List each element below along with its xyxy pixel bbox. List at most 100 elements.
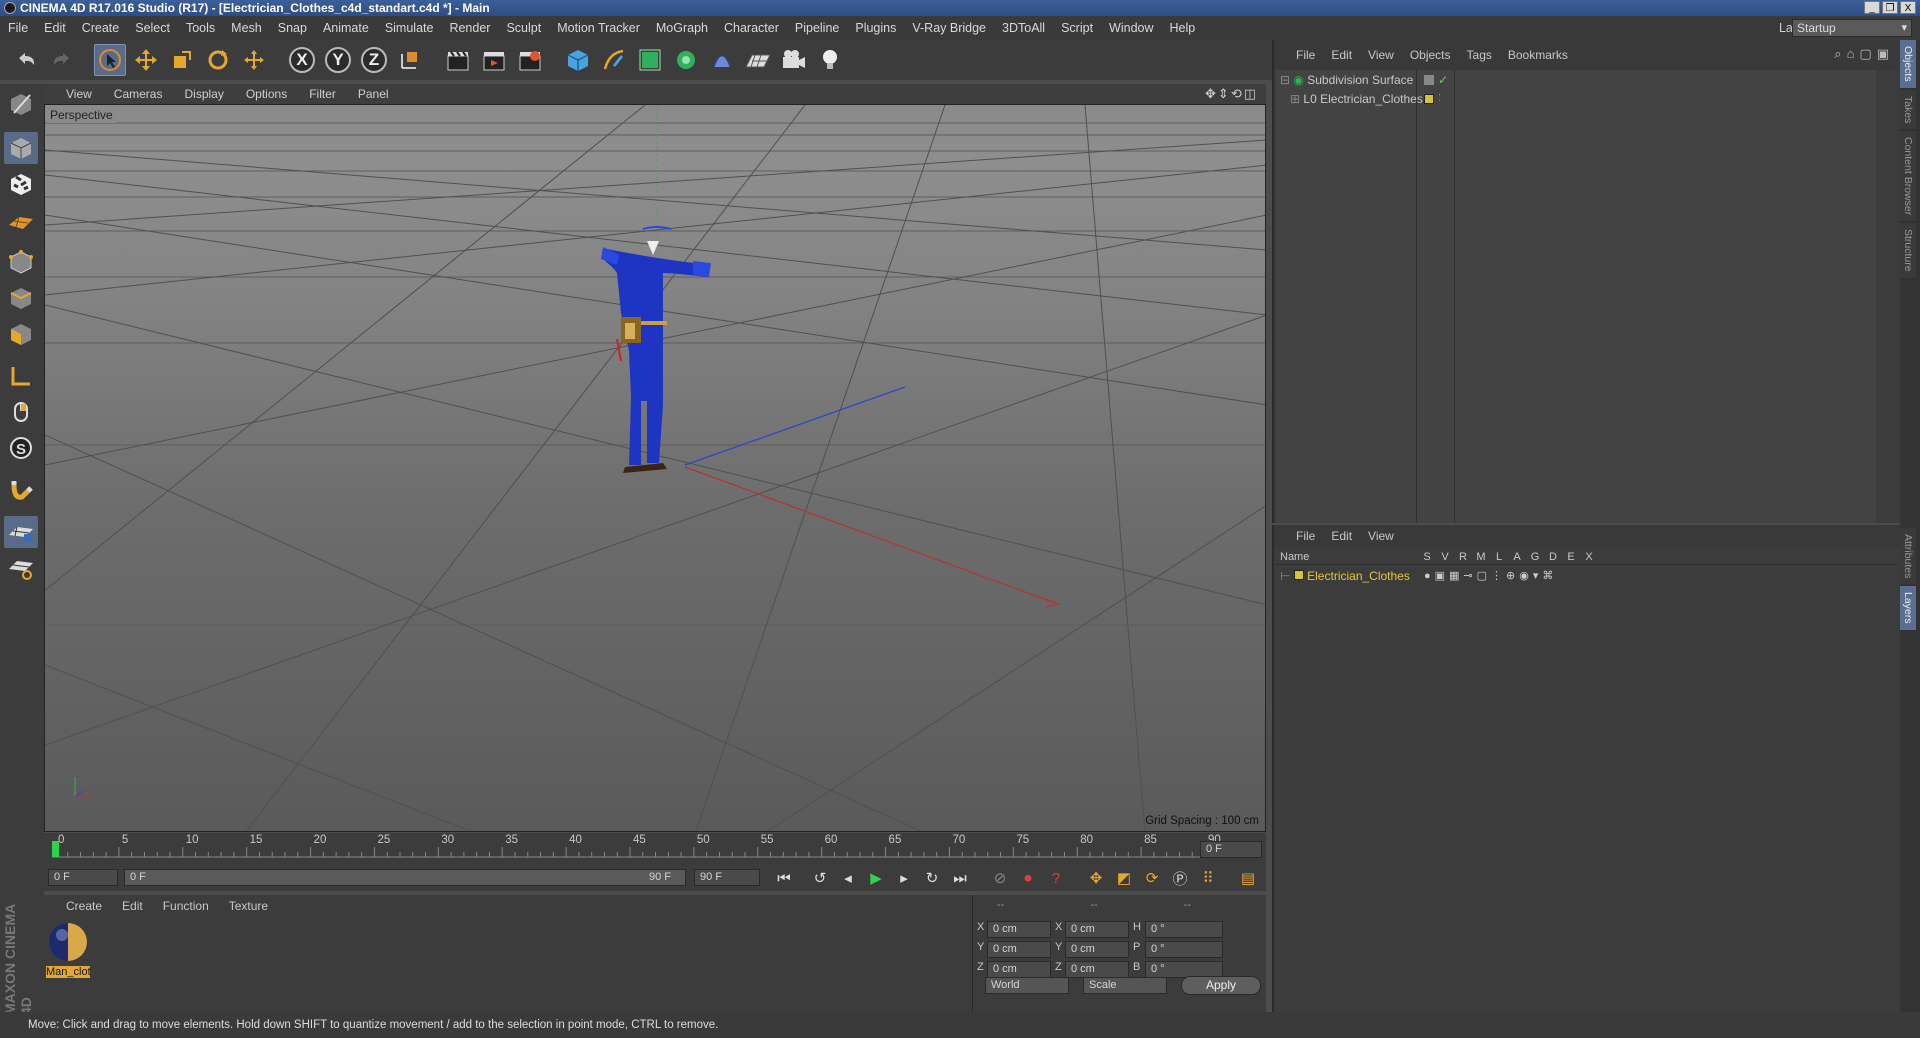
object-row[interactable]: ⊟ ◉ Subdivision Surface ✓	[1280, 71, 1880, 89]
menu-vray-bridge[interactable]: V-Ray Bridge	[904, 21, 994, 35]
layer-color-icon[interactable]	[1424, 94, 1434, 104]
scale-mode-select[interactable]: Scale	[1083, 977, 1167, 994]
previous-frame-icon[interactable]: ◂	[836, 866, 860, 890]
enabled-check-icon[interactable]: ✓	[1438, 71, 1448, 89]
viewport-menu-cameras[interactable]: Cameras	[102, 87, 173, 101]
layer-menu-file[interactable]: File	[1288, 529, 1323, 543]
layer-color-swatch[interactable]	[1293, 570, 1304, 580]
subdivision-surface-icon[interactable]	[634, 44, 666, 76]
camera-icon[interactable]	[778, 44, 810, 76]
cube-primitive-icon[interactable]	[562, 44, 594, 76]
snap-icon[interactable]: S	[4, 432, 38, 464]
current-frame-field[interactable]: 0 F	[1200, 841, 1262, 858]
tab-structure[interactable]: Structure	[1900, 223, 1916, 278]
layer-col-header[interactable]: M	[1472, 551, 1490, 563]
tab-takes[interactable]: Takes	[1900, 89, 1916, 130]
live-selection-icon[interactable]	[94, 44, 126, 76]
menu-file[interactable]: File	[0, 21, 36, 35]
next-key-icon[interactable]: ↻	[920, 866, 944, 890]
planar-workplane-icon[interactable]	[4, 552, 38, 584]
menu-mograph[interactable]: MoGraph	[648, 21, 716, 35]
menu-script[interactable]: Script	[1053, 21, 1101, 35]
menu-3dtoall[interactable]: 3DToAll	[994, 21, 1053, 35]
redo-icon[interactable]	[46, 44, 78, 76]
next-frame-icon[interactable]: ▸	[892, 866, 916, 890]
object-menu-tags[interactable]: Tags	[1459, 48, 1500, 62]
tab-layers[interactable]: Layers	[1900, 586, 1916, 630]
menu-animate[interactable]: Animate	[315, 21, 377, 35]
key-pla-icon[interactable]: ⠿	[1196, 866, 1220, 890]
undo-icon[interactable]	[10, 44, 42, 76]
position-field[interactable]: 0 cm	[987, 921, 1051, 938]
move-tool-icon[interactable]	[130, 44, 162, 76]
scale-tool-icon[interactable]	[166, 44, 198, 76]
layer-col-header[interactable]: L	[1490, 551, 1508, 563]
start-frame-field[interactable]: 0 F	[48, 869, 118, 886]
object-menu-view[interactable]: View	[1360, 48, 1402, 62]
rotation-field[interactable]: 0 °	[1145, 941, 1223, 958]
size-field[interactable]: 0 cm	[1065, 921, 1129, 938]
menu-mesh[interactable]: Mesh	[223, 21, 270, 35]
menu-simulate[interactable]: Simulate	[377, 21, 442, 35]
apply-button[interactable]: Apply	[1181, 976, 1261, 995]
object-manager-nav-icons[interactable]: ⌕⌂▢▣	[1834, 46, 1894, 62]
restore-button[interactable]: ❐	[1882, 1, 1898, 14]
rotation-field[interactable]: 0 °	[1145, 921, 1223, 938]
menu-window[interactable]: Window	[1101, 21, 1161, 35]
locked-workplane-icon[interactable]	[4, 516, 38, 548]
coordinate-space-select[interactable]: World	[985, 977, 1069, 994]
layer-col-header[interactable]: A	[1508, 551, 1526, 563]
material-menu-create[interactable]: Create	[54, 899, 110, 913]
render-to-picture-viewer-icon[interactable]	[478, 44, 510, 76]
magnet-icon[interactable]	[4, 474, 38, 506]
menu-create[interactable]: Create	[74, 21, 128, 35]
autokeying-icon[interactable]: ⏺	[1016, 866, 1040, 890]
record-keys-disabled-icon[interactable]: ⊘	[988, 866, 1012, 890]
polygons-mode-icon[interactable]	[4, 318, 38, 350]
material-menu-edit[interactable]: Edit	[110, 899, 151, 913]
close-button[interactable]: X	[1900, 1, 1916, 14]
play-forward-icon[interactable]: ▶	[864, 866, 888, 890]
z-axis-lock-icon[interactable]: Z	[358, 44, 390, 76]
object-menu-objects[interactable]: Objects	[1402, 48, 1459, 62]
layer-menu-edit[interactable]: Edit	[1323, 529, 1360, 543]
menu-plugins[interactable]: Plugins	[847, 21, 904, 35]
coordinate-system-icon[interactable]	[394, 44, 426, 76]
material-swatch[interactable]: Man_clot	[46, 921, 91, 978]
previous-key-icon[interactable]: ↺	[808, 866, 832, 890]
tab-objects[interactable]: Objects	[1900, 40, 1916, 88]
tab-content-browser[interactable]: Content Browser	[1900, 131, 1916, 222]
y-axis-lock-icon[interactable]: Y	[322, 44, 354, 76]
menu-select[interactable]: Select	[127, 21, 178, 35]
rotate-tool-icon[interactable]	[202, 44, 234, 76]
x-axis-lock-icon[interactable]: X	[286, 44, 318, 76]
menu-help[interactable]: Help	[1162, 21, 1204, 35]
viewport-menu-view[interactable]: View	[54, 87, 102, 101]
electrician-clothes-model[interactable]	[601, 226, 711, 473]
key-parameter-icon[interactable]: Ⓟ	[1168, 866, 1192, 890]
timeline-ruler[interactable]: 0 5 10 15 20 25 30 35 40 45 50 55 60 65 70 75 80 85 90 0 F	[44, 833, 1266, 865]
model-mode-icon[interactable]	[4, 132, 38, 164]
viewport-menu-panel[interactable]: Panel	[346, 87, 399, 101]
key-scale-icon[interactable]: ◩	[1112, 866, 1136, 890]
menu-render[interactable]: Render	[441, 21, 498, 35]
make-editable-icon[interactable]	[4, 88, 38, 120]
keyframe-selection-icon[interactable]: ?	[1044, 866, 1068, 890]
object-menu-edit[interactable]: Edit	[1323, 48, 1360, 62]
layer-col-header[interactable]: V	[1436, 551, 1454, 563]
viewport-camera-label[interactable]: Perspective	[47, 107, 116, 123]
menu-pipeline[interactable]: Pipeline	[787, 21, 847, 35]
end-frame-field[interactable]: 90 F	[694, 869, 760, 886]
tab-attributes[interactable]: Attributes	[1900, 528, 1916, 585]
visibility-dots-icon[interactable]: ⁚	[1438, 90, 1441, 108]
viewport-menu-filter[interactable]: Filter	[297, 87, 346, 101]
position-field[interactable]: 0 cm	[987, 961, 1051, 978]
size-field[interactable]: 0 cm	[1065, 961, 1129, 978]
go-to-start-icon[interactable]: ⏮	[772, 866, 796, 890]
edges-mode-icon[interactable]	[4, 282, 38, 314]
timeline-window-icon[interactable]: ▤	[1236, 866, 1260, 890]
viewport-menu-options[interactable]: Options	[234, 87, 297, 101]
size-field[interactable]: 0 cm	[1065, 941, 1129, 958]
pen-spline-icon[interactable]	[598, 44, 630, 76]
menu-snap[interactable]: Snap	[270, 21, 315, 35]
